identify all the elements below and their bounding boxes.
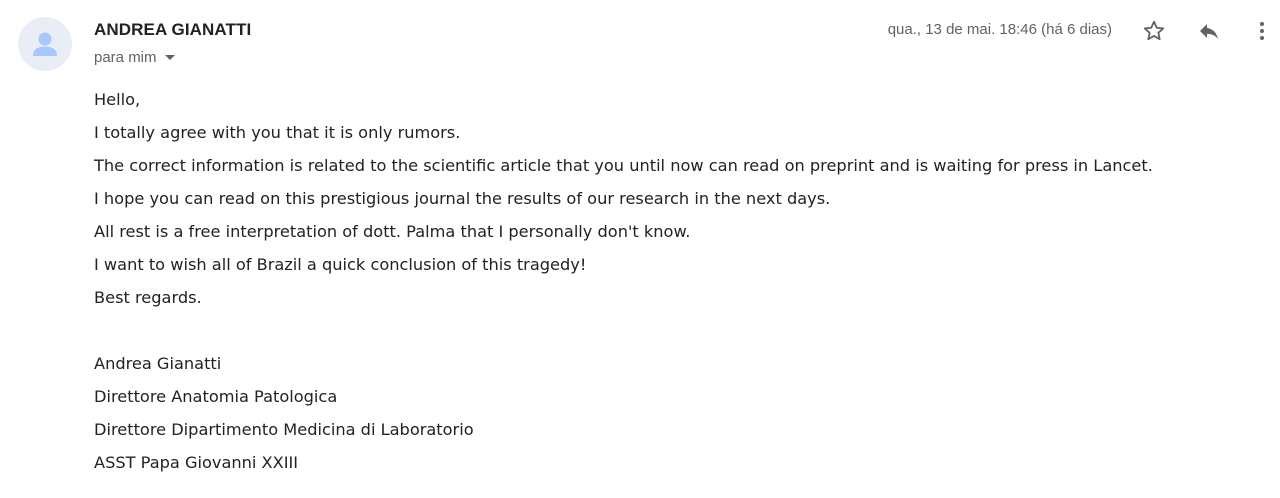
sender-name[interactable]: ANDREA GIANATTI bbox=[94, 20, 251, 40]
reply-button[interactable] bbox=[1193, 15, 1225, 47]
signature-line: Direttore Anatomia Patologica bbox=[94, 387, 338, 406]
reply-icon bbox=[1200, 24, 1218, 39]
body-line: The correct information is related to th… bbox=[94, 156, 1153, 175]
sender-avatar[interactable] bbox=[18, 17, 72, 71]
signature-line: ASST Papa Giovanni XXIII bbox=[94, 453, 299, 472]
message-date[interactable]: qua., 13 de mai. 18:46 (há 6 dias) bbox=[888, 21, 1112, 38]
recipient-label: para mim bbox=[94, 49, 157, 66]
person-icon bbox=[33, 32, 57, 56]
recipient-details-toggle[interactable]: para mim bbox=[94, 49, 175, 66]
signature-line: Andrea Gianatti bbox=[94, 354, 222, 373]
more-vertical-icon bbox=[1260, 22, 1264, 40]
body-line: I hope you can read on this prestigious … bbox=[94, 189, 831, 208]
signature-line: Direttore Dipartimento Medicina di Labor… bbox=[94, 420, 474, 439]
body-line: Hello, bbox=[94, 90, 141, 109]
body-line: I totally agree with you that it is only… bbox=[94, 123, 461, 142]
body-line: Best regards. bbox=[94, 288, 202, 307]
caret-down-icon bbox=[164, 55, 175, 60]
star-outline-icon bbox=[1143, 20, 1165, 41]
message-body: Hello, I totally agree with you that it … bbox=[94, 87, 1274, 483]
body-line: I want to wish all of Brazil a quick con… bbox=[94, 255, 587, 274]
more-options-button[interactable] bbox=[1246, 15, 1278, 47]
star-button[interactable] bbox=[1138, 15, 1170, 47]
body-line: All rest is a free interpretation of dot… bbox=[94, 222, 691, 241]
